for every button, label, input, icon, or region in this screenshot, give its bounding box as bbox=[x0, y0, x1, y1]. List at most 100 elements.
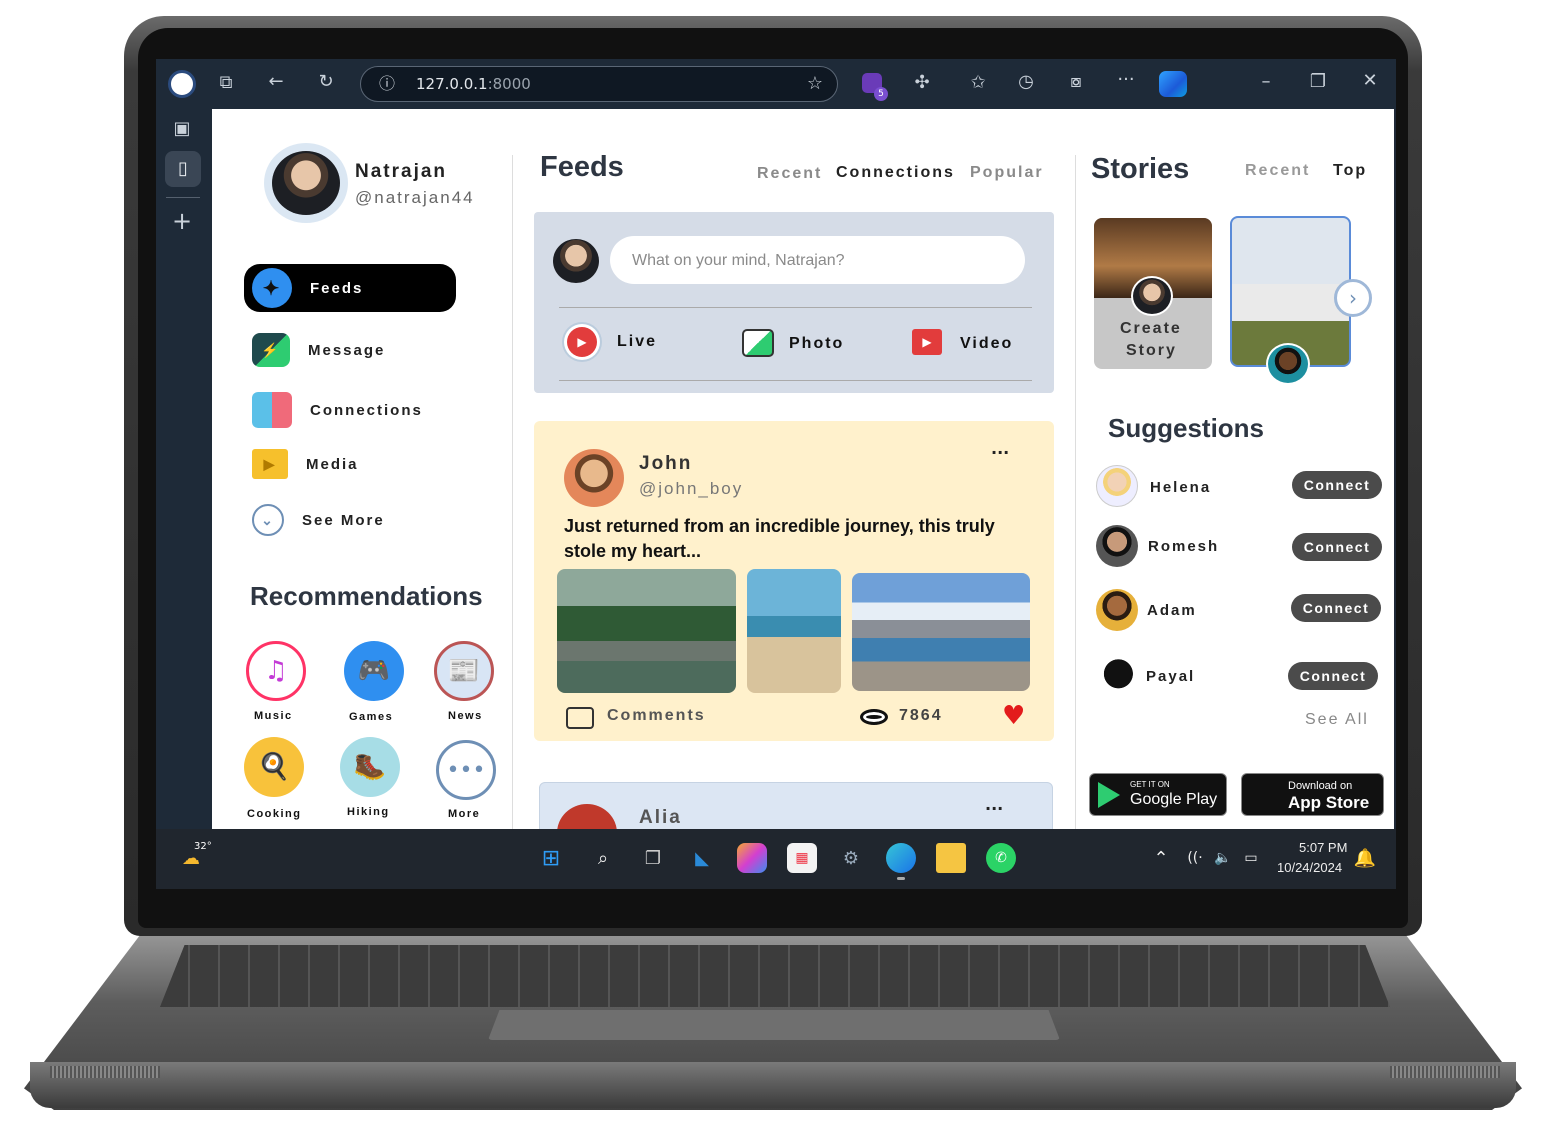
connect-button[interactable]: Connect bbox=[1291, 594, 1381, 622]
current-tab-icon[interactable]: ▯ bbox=[165, 151, 201, 187]
touchpad bbox=[488, 1010, 1060, 1040]
nav-item-media[interactable]: ▶ Media bbox=[244, 440, 456, 488]
google-play-badge[interactable]: GET IT ON Google Play bbox=[1089, 773, 1227, 816]
nav-item-connections[interactable]: Connections bbox=[244, 386, 456, 434]
photo-label[interactable]: Photo bbox=[789, 335, 844, 353]
close-icon[interactable]: ✕ bbox=[1358, 70, 1382, 91]
rec-label-music: Music bbox=[254, 710, 293, 722]
settings-gear-icon[interactable]: ⚙ bbox=[836, 843, 866, 873]
clock-time[interactable]: 5:07 PM bbox=[1299, 840, 1347, 855]
comments-label[interactable]: Comments bbox=[607, 707, 706, 725]
minimize-icon[interactable]: – bbox=[1254, 71, 1278, 92]
start-icon[interactable]: ⊞ bbox=[536, 843, 566, 873]
profile-avatar[interactable] bbox=[264, 143, 348, 223]
chevron-up-icon[interactable]: ⌃ bbox=[1146, 843, 1176, 873]
file-explorer-icon[interactable] bbox=[936, 843, 966, 873]
collections-icon[interactable]: ⧇ bbox=[1064, 71, 1088, 92]
composer-placeholder: What on your mind, Natrajan? bbox=[632, 252, 845, 269]
photo-icon[interactable] bbox=[742, 329, 774, 357]
suggestion-avatar[interactable] bbox=[1096, 465, 1138, 507]
more-icon[interactable]: ••• bbox=[436, 740, 496, 800]
more-menu-icon[interactable]: ··· bbox=[1114, 69, 1138, 90]
keyboard bbox=[160, 945, 1390, 1007]
refresh-icon[interactable]: ↻ bbox=[314, 71, 338, 92]
back-arrow-icon[interactable]: ← bbox=[264, 71, 288, 92]
screen: ⧉ ← ↻ ⓘ 127.0.0.1:8000 ☆ 5 ✣ ✩ ◷ ⧇ ··· –… bbox=[156, 59, 1396, 889]
stories-tab-recent[interactable]: Recent bbox=[1245, 162, 1310, 180]
task-view-icon[interactable]: ❐ bbox=[638, 843, 668, 873]
music-icon[interactable]: ♫ bbox=[246, 641, 306, 701]
right-divider bbox=[1075, 155, 1076, 829]
comments-icon[interactable] bbox=[566, 707, 594, 729]
rec-label-news: News bbox=[448, 710, 483, 722]
new-tab-plus-icon[interactable]: + bbox=[170, 207, 194, 235]
stories-next-icon[interactable]: › bbox=[1334, 279, 1372, 317]
store-icon[interactable]: ▦ bbox=[787, 843, 817, 873]
google-play-icon bbox=[1098, 782, 1120, 808]
video-label[interactable]: Video bbox=[960, 335, 1013, 353]
nav-label: Feeds bbox=[310, 279, 364, 297]
extensions-puzzle-icon[interactable]: ✣ bbox=[910, 72, 934, 93]
favorite-star-icon[interactable]: ☆ bbox=[807, 67, 823, 101]
connect-button[interactable]: Connect bbox=[1288, 662, 1378, 690]
site-info-icon[interactable]: ⓘ bbox=[379, 67, 395, 101]
tab-connections[interactable]: Connections bbox=[836, 164, 955, 182]
rec-label-hiking: Hiking bbox=[347, 806, 390, 818]
post-image-beach[interactable] bbox=[747, 569, 841, 693]
history-icon[interactable]: ◷ bbox=[1014, 71, 1038, 92]
gamepad-icon[interactable]: 🎮 bbox=[344, 641, 404, 701]
stories-tab-top[interactable]: Top bbox=[1333, 162, 1367, 180]
post-author-avatar[interactable] bbox=[564, 449, 624, 507]
profile-handle: @natrajan44 bbox=[355, 188, 475, 207]
favorites-icon[interactable]: ✩ bbox=[966, 72, 990, 93]
browser-profile-icon[interactable] bbox=[168, 70, 196, 98]
nav-item-message[interactable]: ⚡ Message bbox=[244, 326, 456, 374]
volume-icon[interactable]: 🔈 bbox=[1208, 843, 1238, 873]
app-store-badge[interactable]: Download on App Store bbox=[1241, 773, 1384, 816]
clock-date[interactable]: 10/24/2024 bbox=[1277, 860, 1342, 875]
composer-avatar bbox=[553, 239, 599, 283]
edge-icon[interactable] bbox=[886, 843, 916, 873]
search-icon[interactable]: ⌕ bbox=[588, 843, 618, 873]
live-icon[interactable]: ▶ bbox=[550, 322, 614, 362]
news-icon[interactable]: 📰 bbox=[434, 641, 494, 701]
live-label[interactable]: Live bbox=[617, 333, 657, 351]
post-image-lake[interactable] bbox=[852, 573, 1030, 691]
connect-button[interactable]: Connect bbox=[1292, 533, 1382, 561]
tab-recent[interactable]: Recent bbox=[757, 165, 822, 183]
post-options-icon[interactable]: ··· bbox=[991, 443, 1009, 462]
suggestion-avatar[interactable] bbox=[1092, 654, 1136, 698]
google-play-big: Google Play bbox=[1130, 791, 1218, 808]
workspaces-icon[interactable]: ⧉ bbox=[214, 72, 238, 93]
speaker-grille-right bbox=[1390, 1066, 1500, 1078]
app-store-big: App Store bbox=[1288, 793, 1370, 812]
copilot-taskbar-icon[interactable] bbox=[737, 843, 767, 873]
hiking-icon[interactable]: 🥾 bbox=[340, 737, 400, 797]
profile-name: Natrajan bbox=[355, 161, 448, 182]
wifi-icon[interactable]: ((· bbox=[1180, 843, 1210, 873]
notification-bell-icon[interactable]: 🔔 bbox=[1350, 843, 1380, 873]
heart-icon[interactable]: ♥ bbox=[1002, 701, 1025, 731]
suggestion-avatar[interactable] bbox=[1096, 589, 1138, 631]
tab-actions-icon[interactable]: ▣ bbox=[170, 118, 194, 139]
vscode-icon[interactable]: ◣ bbox=[687, 843, 717, 873]
suggestion-avatar[interactable] bbox=[1096, 525, 1138, 567]
tab-popular[interactable]: Popular bbox=[970, 164, 1044, 182]
post-image-road[interactable] bbox=[557, 569, 736, 693]
cooking-icon[interactable]: 🍳 bbox=[244, 737, 304, 797]
suggestion-name: Payal bbox=[1146, 668, 1196, 685]
address-bar[interactable]: ⓘ 127.0.0.1:8000 ☆ bbox=[360, 66, 838, 102]
suggestions-title: Suggestions bbox=[1108, 413, 1265, 443]
connect-button[interactable]: Connect bbox=[1292, 471, 1382, 499]
whatsapp-icon[interactable]: ✆ bbox=[986, 843, 1016, 873]
video-icon[interactable]: ▶ bbox=[912, 329, 942, 355]
browser-titlebar: ⧉ ← ↻ ⓘ 127.0.0.1:8000 ☆ 5 ✣ ✩ ◷ ⧇ ··· –… bbox=[156, 59, 1396, 109]
restore-icon[interactable]: ❐ bbox=[1306, 71, 1330, 92]
suggestion-name: Adam bbox=[1147, 602, 1197, 619]
see-all-link[interactable]: See All bbox=[1305, 711, 1369, 729]
nav-item-see-more[interactable]: ⌄ See More bbox=[244, 496, 456, 544]
copilot-icon[interactable] bbox=[1159, 71, 1187, 97]
nav-item-feeds[interactable]: ✦ Feeds bbox=[244, 264, 456, 312]
battery-icon[interactable]: ▭ bbox=[1236, 843, 1266, 873]
post-2-options-icon[interactable]: ··· bbox=[985, 799, 1003, 818]
